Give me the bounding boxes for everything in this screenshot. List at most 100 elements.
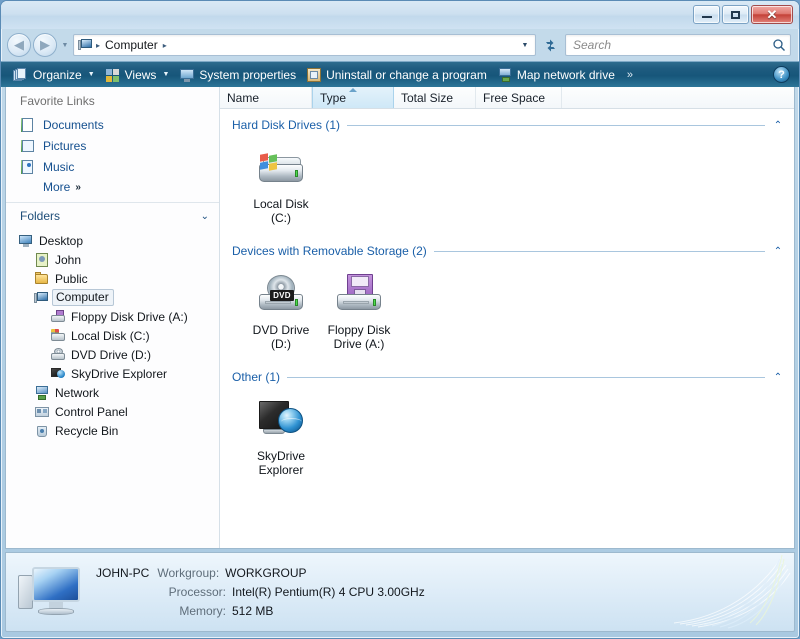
- toolbar-uninstall-label: Uninstall or change a program: [326, 68, 487, 82]
- tree-item-dvd-drive[interactable]: DVD Drive (D:): [6, 345, 219, 364]
- column-header-type[interactable]: Type: [312, 87, 394, 108]
- column-header-filler[interactable]: [562, 87, 794, 108]
- toolbar-uninstall-button[interactable]: Uninstall or change a program: [302, 65, 493, 85]
- close-button[interactable]: ✕: [751, 5, 793, 24]
- history-dropdown-button[interactable]: ▼: [59, 42, 71, 49]
- toolbar-organize-button[interactable]: Organize ▼: [9, 65, 101, 85]
- column-header-free-space[interactable]: Free Space: [476, 87, 562, 108]
- search-input[interactable]: Search: [573, 38, 772, 52]
- tree-item-john[interactable]: John: [6, 250, 219, 269]
- folder-tree: Desktop John Public Computer Floppy Disk…: [6, 229, 219, 440]
- tree-item-public[interactable]: Public: [6, 269, 219, 288]
- forward-arrow-icon: ▶: [40, 39, 50, 52]
- column-header-total-size[interactable]: Total Size: [394, 87, 476, 108]
- column-header-label: Type: [320, 91, 346, 105]
- group-header[interactable]: Other (1) ⌃: [232, 366, 784, 388]
- uninstall-icon: [306, 67, 322, 83]
- tree-item-skydrive-explorer[interactable]: SkyDrive Explorer: [6, 364, 219, 383]
- tree-item-desktop[interactable]: Desktop: [6, 231, 219, 250]
- tree-item-label: John: [55, 253, 81, 267]
- column-header-label: Name: [227, 91, 259, 105]
- hard-disk-drive-icon: [257, 144, 305, 192]
- sidebar-more-button[interactable]: More »: [6, 177, 219, 197]
- details-row-memory: Memory: 512 MB: [96, 602, 425, 621]
- group-header[interactable]: Hard Disk Drives (1) ⌃: [232, 114, 784, 136]
- control-panel-icon: [34, 404, 50, 420]
- group-removable-storage: Devices with Removable Storage (2) ⌃ DVD…: [220, 240, 794, 361]
- tree-item-local-disk[interactable]: Local Disk (C:): [6, 326, 219, 345]
- organize-icon: [13, 67, 29, 83]
- breadcrumb-computer[interactable]: Computer: [102, 38, 161, 52]
- drive-tile-local-disk-c[interactable]: Local Disk (C:): [242, 142, 320, 225]
- sidebar-item-pictures[interactable]: Pictures: [6, 135, 219, 156]
- group-header[interactable]: Devices with Removable Storage (2) ⌃: [232, 240, 784, 262]
- toolbar-system-properties-label: System properties: [199, 68, 296, 82]
- address-bar[interactable]: ▸ Computer ▸ ▼: [73, 34, 536, 56]
- address-dropdown-icon[interactable]: ▼: [517, 42, 533, 49]
- tree-item-label: Control Panel: [55, 405, 128, 419]
- back-arrow-icon: ◀: [14, 39, 24, 52]
- chevron-up-icon[interactable]: ⌃: [772, 372, 784, 383]
- skydrive-explorer-icon: [257, 396, 305, 444]
- floppy-disk-drive-icon: [335, 270, 383, 318]
- maximize-icon: [731, 11, 740, 19]
- sidebar-item-label: Music: [43, 160, 74, 174]
- minimize-button[interactable]: [693, 5, 720, 24]
- drive-tile-label: Floppy Disk Drive (A:): [328, 323, 391, 351]
- folders-header-label: Folders: [20, 209, 60, 223]
- tree-item-control-panel[interactable]: Control Panel: [6, 402, 219, 421]
- group-hard-disk-drives: Hard Disk Drives (1) ⌃ Local Disk: [220, 114, 794, 235]
- refresh-icon: [543, 38, 558, 53]
- tree-item-label: SkyDrive Explorer: [71, 367, 167, 381]
- back-button[interactable]: ◀: [7, 33, 31, 57]
- tree-item-network[interactable]: Network: [6, 383, 219, 402]
- drive-tile-dvd-drive-d[interactable]: DVD DVD Drive (D:): [242, 268, 320, 351]
- refresh-button[interactable]: [539, 34, 561, 56]
- breadcrumb-separator-end[interactable]: ▸: [161, 41, 169, 50]
- details-value: Intel(R) Pentium(R) 4 CPU 3.00GHz: [232, 583, 425, 602]
- chevron-up-icon[interactable]: ⌃: [772, 246, 784, 257]
- toolbar-system-properties-button[interactable]: System properties: [175, 65, 302, 85]
- details-key: Workgroup:: [149, 564, 225, 583]
- group-title: Devices with Removable Storage (2): [232, 244, 427, 258]
- details-key: Memory:: [96, 602, 232, 621]
- sidebar-item-documents[interactable]: Documents: [6, 114, 219, 135]
- chevron-down-icon[interactable]: ⌄: [201, 211, 209, 222]
- column-header-name[interactable]: Name: [220, 87, 312, 108]
- group-title: Other (1): [232, 370, 280, 384]
- file-list-pane[interactable]: Hard Disk Drives (1) ⌃ Local Disk: [220, 109, 794, 548]
- maximize-button[interactable]: [722, 5, 749, 24]
- computer-name: JOHN-PC: [96, 564, 149, 583]
- breadcrumb-separator: ▸: [94, 41, 102, 50]
- tree-item-recycle-bin[interactable]: Recycle Bin: [6, 421, 219, 440]
- computer-icon: [34, 290, 50, 306]
- tree-item-floppy-drive[interactable]: Floppy Disk Drive (A:): [6, 307, 219, 326]
- explorer-window: ✕ ◀ ▶ ▼ ▸ Computer ▸ ▼ Search: [0, 0, 800, 639]
- address-computer-icon: [78, 37, 94, 53]
- double-chevron-icon: »: [75, 182, 79, 193]
- chevron-up-icon[interactable]: ⌃: [772, 120, 784, 131]
- floppy-drive-icon: [50, 309, 66, 325]
- toolbar-overflow-button[interactable]: »: [621, 69, 638, 81]
- help-button[interactable]: ?: [773, 66, 790, 83]
- details-row-processor: Processor: Intel(R) Pentium(R) 4 CPU 3.0…: [96, 583, 425, 602]
- item-tile-skydrive-explorer[interactable]: SkyDrive Explorer: [242, 394, 320, 477]
- dvd-drive-icon: DVD: [257, 270, 305, 318]
- sidebar-item-label: Documents: [43, 118, 104, 132]
- sidebar-item-label: Pictures: [43, 139, 86, 153]
- tree-item-label: Floppy Disk Drive (A:): [71, 310, 188, 324]
- dvd-tag-label: DVD: [270, 290, 294, 301]
- sidebar-item-music[interactable]: Music: [6, 156, 219, 177]
- tree-item-computer[interactable]: Computer: [6, 288, 219, 307]
- folders-section-header[interactable]: Folders ⌄: [6, 203, 219, 229]
- group-other: Other (1) ⌃ SkyDrive Explorer: [220, 366, 794, 487]
- recycle-bin-icon: [34, 423, 50, 439]
- toolbar-map-network-drive-button[interactable]: Map network drive: [493, 65, 621, 85]
- drive-tile-label: DVD Drive (D:): [253, 323, 310, 351]
- drive-tile-floppy-drive-a[interactable]: Floppy Disk Drive (A:): [320, 268, 398, 351]
- column-headers: Name Type Total Size Free Space: [220, 87, 794, 109]
- toolbar-views-button[interactable]: Views ▼: [101, 65, 176, 85]
- tree-item-label: DVD Drive (D:): [71, 348, 151, 362]
- forward-button[interactable]: ▶: [33, 33, 57, 57]
- search-box[interactable]: Search: [565, 34, 791, 56]
